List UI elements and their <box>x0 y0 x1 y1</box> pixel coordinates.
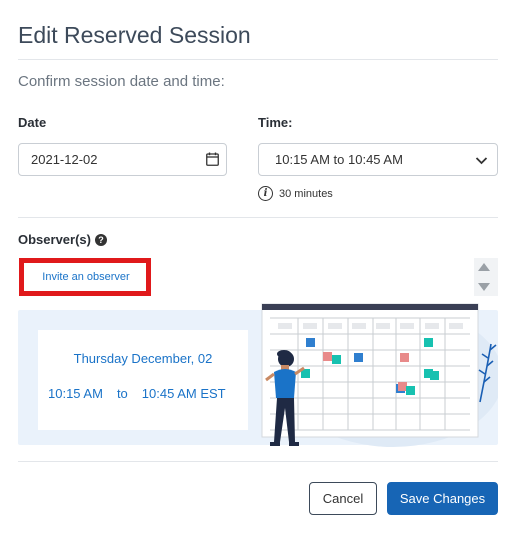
time-label: Time: <box>258 115 293 130</box>
dialog-subtitle: Confirm session date and time: <box>18 73 225 90</box>
scroll-up-arrow-icon[interactable] <box>478 263 490 271</box>
divider <box>18 59 498 60</box>
date-value: 2021-12-02 <box>31 152 98 167</box>
summary-start-time: 10:15 AM <box>48 386 103 401</box>
summary-end-time: 10:45 AM EST <box>141 386 226 401</box>
save-changes-button[interactable]: Save Changes <box>387 482 498 515</box>
divider <box>18 217 498 218</box>
duration-text: 30 minutes <box>279 187 333 200</box>
summary-separator: to <box>116 386 128 401</box>
time-value: 10:15 AM to 10:45 AM <box>275 152 403 167</box>
invite-observer-button[interactable]: Invite an observer <box>30 268 142 286</box>
cancel-button[interactable]: Cancel <box>309 482 377 515</box>
divider <box>18 461 498 462</box>
summary-date: Thursday December, 02 <box>73 351 213 366</box>
scroll-down-arrow-icon[interactable] <box>478 283 490 291</box>
date-field[interactable]: 2021-12-02 <box>18 143 227 176</box>
observers-label-text: Observer(s) <box>18 232 91 247</box>
help-icon[interactable]: ? <box>94 233 107 246</box>
duration-note: i 30 minutes <box>258 186 333 201</box>
chevron-down-icon <box>475 157 488 165</box>
session-summary-card: Thursday December, 02 10:15 AM to 10:45 … <box>38 330 248 430</box>
observers-label: Observer(s) ? <box>18 232 107 247</box>
time-select[interactable]: 10:15 AM to 10:45 AM <box>258 143 498 176</box>
info-icon: i <box>258 186 273 201</box>
calendar-illustration <box>261 303 498 447</box>
summary-times: 10:15 AM to 10:45 AM EST <box>48 386 226 401</box>
date-label: Date <box>18 115 47 130</box>
calendar-icon[interactable] <box>206 152 219 166</box>
dialog-title: Edit Reserved Session <box>18 22 251 48</box>
